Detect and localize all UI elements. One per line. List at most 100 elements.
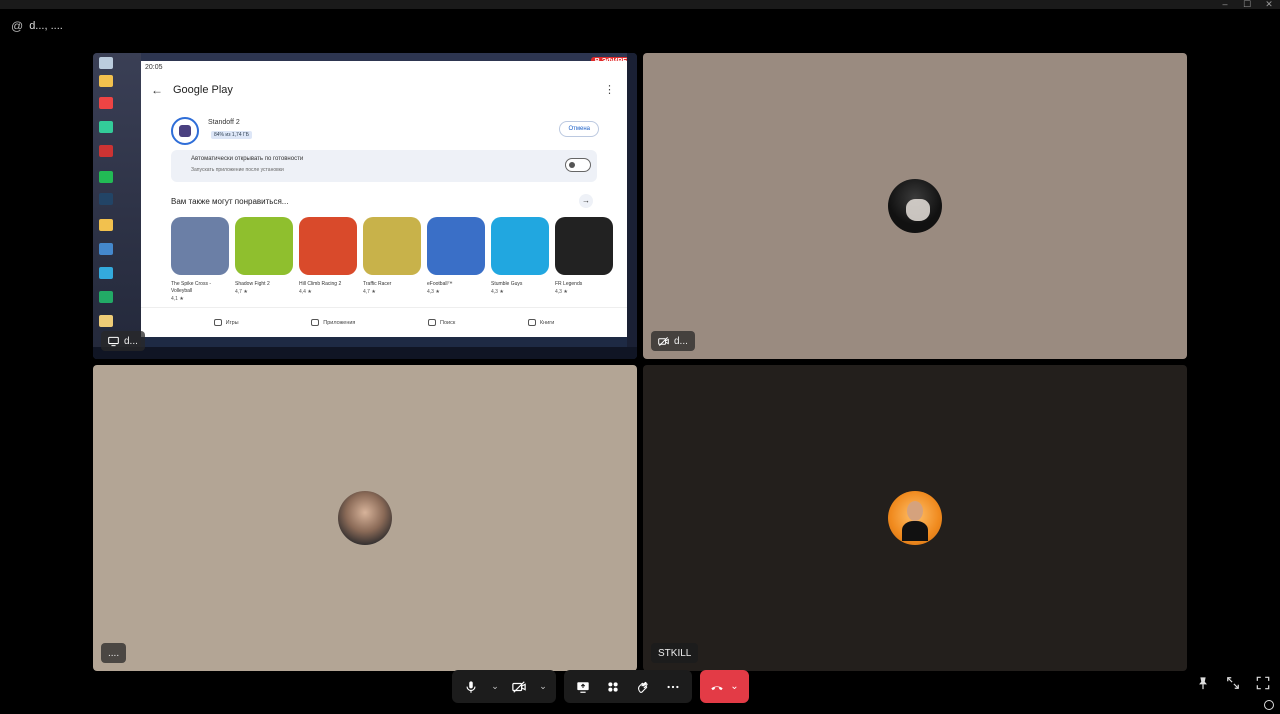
windows-taskbar [93,347,637,359]
participant-tile-3[interactable]: .... [93,365,637,671]
game-card[interactable]: FR Legends 4,3 ★ [555,217,613,302]
hangup-icon [711,685,723,690]
store-title: Google Play [173,84,233,96]
camera-off-icon [512,680,526,693]
camera-button[interactable] [506,674,532,700]
call-title[interactable]: @ d..., .... [11,19,63,33]
emulator-sidebar [627,53,637,359]
call-title-text: d..., .... [29,20,63,32]
app-download-row: Standoff 2 84% из 1,74 ГБ Отмена [171,117,599,145]
maximize-icon[interactable]: ☐ [1236,0,1258,9]
view-controls [1196,676,1272,692]
game-icon [491,217,549,275]
nav-search[interactable]: Поиск [428,319,455,326]
recommended-games: The Spike Cross - Volleyball 4,1 ★ Shadow … [171,217,613,302]
media-controls: ⌄ ⌄ [452,670,556,703]
mic-options-caret[interactable]: ⌄ [488,674,502,700]
nav-games[interactable]: Игры [213,319,239,326]
participant-name-tag: d... [651,331,695,351]
more-button[interactable] [660,674,686,700]
game-icon [171,217,229,275]
chevron-down-icon[interactable]: ⌄ [730,681,738,692]
close-icon[interactable]: ✕ [1258,0,1280,9]
store-bottom-nav: Игры Приложения Поиск Книги [141,307,627,337]
window-titlebar [0,0,1280,9]
game-name: Traffic Racer [363,281,392,287]
screen-share-name-tag: d... [101,331,145,351]
at-icon: @ [11,19,24,33]
participant-tile-2[interactable]: d... [643,53,1187,359]
auto-open-title: Автоматически открывать по готовности [191,156,304,162]
store-header: ← Google Play [151,83,233,97]
kebab-menu-icon[interactable]: ⋮ [604,83,615,96]
auto-open-toggle[interactable] [565,158,591,172]
game-rating: 4,7 ★ [235,289,248,295]
game-card[interactable]: Hill Climb Racing 2 4,4 ★ [299,217,357,302]
nav-books[interactable]: Книги [527,319,554,326]
layout-icon [608,681,618,692]
mic-icon [466,680,476,693]
end-call-button[interactable]: ⌄ [700,670,749,703]
game-rating: 4,4 ★ [299,289,312,295]
pip-button[interactable] [1226,676,1242,692]
camera-options-caret[interactable]: ⌄ [536,674,550,700]
game-icon [427,217,485,275]
game-icon [235,217,293,275]
emulator-titlebar [141,53,627,61]
reactions-button[interactable] [630,674,656,700]
game-icon [363,217,421,275]
settings-dot-icon[interactable] [1264,700,1274,710]
avatar [338,491,392,545]
desktop-icons-area [93,53,141,359]
back-arrow-icon[interactable]: ← [151,83,163,97]
screen-icon [108,336,119,346]
reactions-icon [638,681,648,693]
participant-name-tag: STKILL [651,643,699,663]
game-name: The Spike Cross - Volleyball [171,281,212,294]
game-rating: 4,7 ★ [363,289,376,295]
fullscreen-button[interactable] [1256,676,1272,692]
avatar [888,179,942,233]
app-progress: 84% из 1,74 ГБ [211,131,252,139]
game-card[interactable]: Stumble Guys 4,3 ★ [491,217,549,302]
game-rating: 4,3 ★ [555,289,568,295]
mic-button[interactable] [458,674,484,700]
app-name: Standoff 2 [208,119,240,126]
game-card[interactable]: Traffic Racer 4,7 ★ [363,217,421,302]
game-icon [555,217,613,275]
game-card[interactable]: eFootball™ 4,3 ★ [427,217,485,302]
fullscreen-icon [1256,676,1270,690]
screen-share-tile[interactable]: В ЭФИРЕ 20:05 ← Google Play ⋮ Standoff 2… [93,53,637,359]
screen-share-icon [577,681,589,693]
avatar [888,491,942,545]
auto-open-subtitle: Запускать приложение после установки [191,167,284,173]
game-name: Hill Climb Racing 2 [299,281,342,287]
game-rating: 4,3 ★ [427,289,440,295]
call-controls: ⌄ ⌄ ⌄ [452,670,749,703]
extra-controls [564,670,692,703]
recommendations-title: Вам также могут понравиться... [171,197,289,206]
game-rating: 4,3 ★ [491,289,504,295]
participant-tile-4[interactable]: STKILL [643,365,1187,671]
game-name: FR Legends [555,281,583,287]
window-controls: – ☐ ✕ [1214,0,1280,9]
phone-screen: 20:05 ← Google Play ⋮ Standoff 2 84% из … [141,61,627,337]
arrow-right-icon[interactable]: → [579,194,593,208]
screen-share-button[interactable] [570,674,596,700]
cancel-button[interactable]: Отмена [559,121,599,137]
game-card[interactable]: The Spike Cross - Volleyball 4,1 ★ [171,217,229,302]
pip-icon [1227,677,1239,689]
game-name: Stumble Guys [491,281,523,287]
participant-name-tag: .... [101,643,127,663]
game-name: eFootball™ [427,281,453,287]
game-name: Shadow Fight 2 [235,281,270,287]
pin-icon [1199,677,1207,690]
minimize-icon[interactable]: – [1214,0,1236,9]
search-icon [428,319,437,326]
pin-button[interactable] [1196,676,1212,692]
game-rating: 4,1 ★ [171,296,184,302]
phone-time: 20:05 [145,64,163,71]
layout-button[interactable] [600,674,626,700]
game-card[interactable]: Shadow Fight 2 4,7 ★ [235,217,293,302]
nav-apps[interactable]: Приложения [311,319,355,326]
